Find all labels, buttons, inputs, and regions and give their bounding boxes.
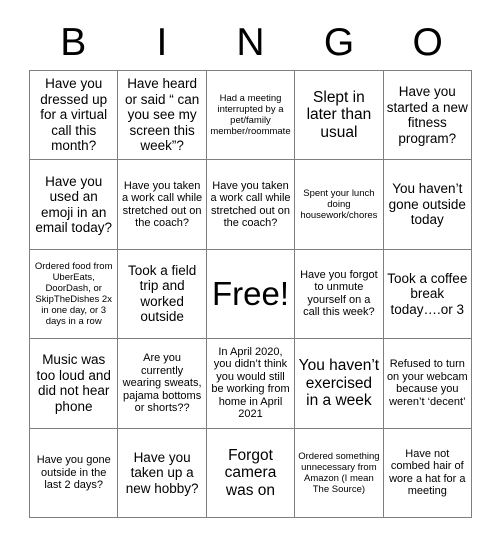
header-letter-b: B — [60, 21, 87, 64]
bingo-cell[interactable]: Had a meeting interrupted by a pet/famil… — [206, 71, 296, 161]
bingo-cell[interactable]: Took a field trip and worked outside — [118, 249, 207, 340]
bingo-cell[interactable]: Have you taken a work call while stretch… — [118, 160, 207, 250]
bingo-cell[interactable]: Have not combed hair of wore a hat for a… — [383, 428, 472, 518]
bingo-cell-text: Took a field trip and worked outside — [127, 262, 197, 325]
bingo-cell[interactable]: Took a coffee break today….or 3 — [383, 249, 472, 340]
header-letter-o: O — [412, 21, 443, 64]
bingo-cell-free[interactable]: Free! — [206, 249, 296, 340]
bingo-cell-text: Have you forgot to unmute yourself on a … — [300, 268, 378, 319]
bingo-cell-text: Have you used an emoji in an email today… — [35, 173, 112, 236]
bingo-grid: Have you dressed up for a virtual call t… — [29, 70, 472, 518]
bingo-cell-text: Forgot camera was on — [224, 446, 277, 499]
bingo-cell-text: Have you started a new fitness program? — [386, 84, 468, 146]
bingo-header: B I N G O — [29, 16, 472, 70]
bingo-cell[interactable]: Have you gone outside in the last 2 days… — [30, 428, 119, 518]
bingo-cell[interactable]: Have you started a new fitness program? — [383, 71, 472, 161]
bingo-cell[interactable]: Forgot camera was on — [206, 428, 296, 518]
bingo-cell[interactable]: Slept in later than usual — [295, 71, 384, 161]
bingo-cell[interactable]: Ordered food from UberEats, DoorDash, or… — [30, 249, 119, 340]
bingo-cell[interactable]: Have you dressed up for a virtual call t… — [30, 71, 119, 161]
bingo-cell[interactable]: Refused to turn on your webcam because y… — [383, 339, 472, 429]
bingo-cell-text: Ordered something unnecessary from Amazo… — [298, 450, 380, 495]
bingo-card: B I N G O Have you dressed up for a virt… — [0, 0, 500, 544]
header-letter-i: I — [156, 21, 168, 64]
bingo-cell-text: You haven’t gone outside today — [388, 181, 466, 228]
bingo-cell-text: Ordered food from UberEats, DoorDash, or… — [34, 260, 113, 327]
bingo-cell-text: Refused to turn on your webcam because y… — [386, 358, 468, 408]
bingo-cell-text: Music was too loud and did not hear phon… — [36, 352, 111, 414]
bingo-cell[interactable]: Music was too loud and did not hear phon… — [30, 339, 119, 429]
bingo-cell[interactable]: Ordered something unnecessary from Amazo… — [295, 428, 384, 518]
bingo-cell[interactable]: Have heard or said “ can you see my scre… — [118, 71, 207, 161]
bingo-cell-text: Slept in later than usual — [306, 88, 372, 141]
bingo-cell[interactable]: You haven’t exercised in a week — [295, 339, 384, 429]
header-letter-n: N — [236, 21, 265, 64]
bingo-cell[interactable]: Have you used an emoji in an email today… — [30, 160, 119, 250]
bingo-cell-text: Have you dressed up for a virtual call t… — [40, 76, 108, 154]
bingo-cell-text: Free! — [211, 274, 289, 312]
bingo-cell[interactable]: Have you taken a work call while stretch… — [206, 160, 296, 250]
bingo-cell-text: You haven’t exercised in a week — [298, 357, 380, 410]
bingo-cell[interactable]: Spent your lunch doing housework/chores — [295, 160, 384, 250]
bingo-cell[interactable]: Have you forgot to unmute yourself on a … — [295, 249, 384, 340]
header-letter-g: G — [323, 21, 355, 64]
bingo-cell-text: Have not combed hair of wore a hat for a… — [389, 447, 466, 498]
bingo-cell-text: Have you taken up a new hobby? — [125, 449, 199, 496]
bingo-cell[interactable]: You haven’t gone outside today — [383, 160, 472, 250]
bingo-cell[interactable]: In April 2020, you didn’t think you woul… — [206, 339, 296, 429]
bingo-cell-text: Have you taken a work call while stretch… — [210, 179, 291, 230]
bingo-cell-text: In April 2020, you didn’t think you woul… — [211, 345, 290, 421]
bingo-cell[interactable]: Are you currently wearing sweats, pajama… — [118, 339, 207, 429]
bingo-cell-text: Are you currently wearing sweats, pajama… — [122, 352, 202, 415]
bingo-cell-text: Spent your lunch doing housework/chores — [300, 188, 378, 222]
bingo-cell-text: Had a meeting interrupted by a pet/famil… — [210, 93, 291, 138]
bingo-cell-text: Have you gone outside in the last 2 days… — [36, 454, 111, 492]
bingo-cell-text: Have you taken a work call while stretch… — [122, 179, 203, 230]
bingo-cell-text: Took a coffee break today….or 3 — [387, 270, 468, 317]
bingo-cell-text: Have heard or said “ can you see my scre… — [124, 76, 200, 154]
bingo-cell[interactable]: Have you taken up a new hobby? — [118, 428, 207, 518]
